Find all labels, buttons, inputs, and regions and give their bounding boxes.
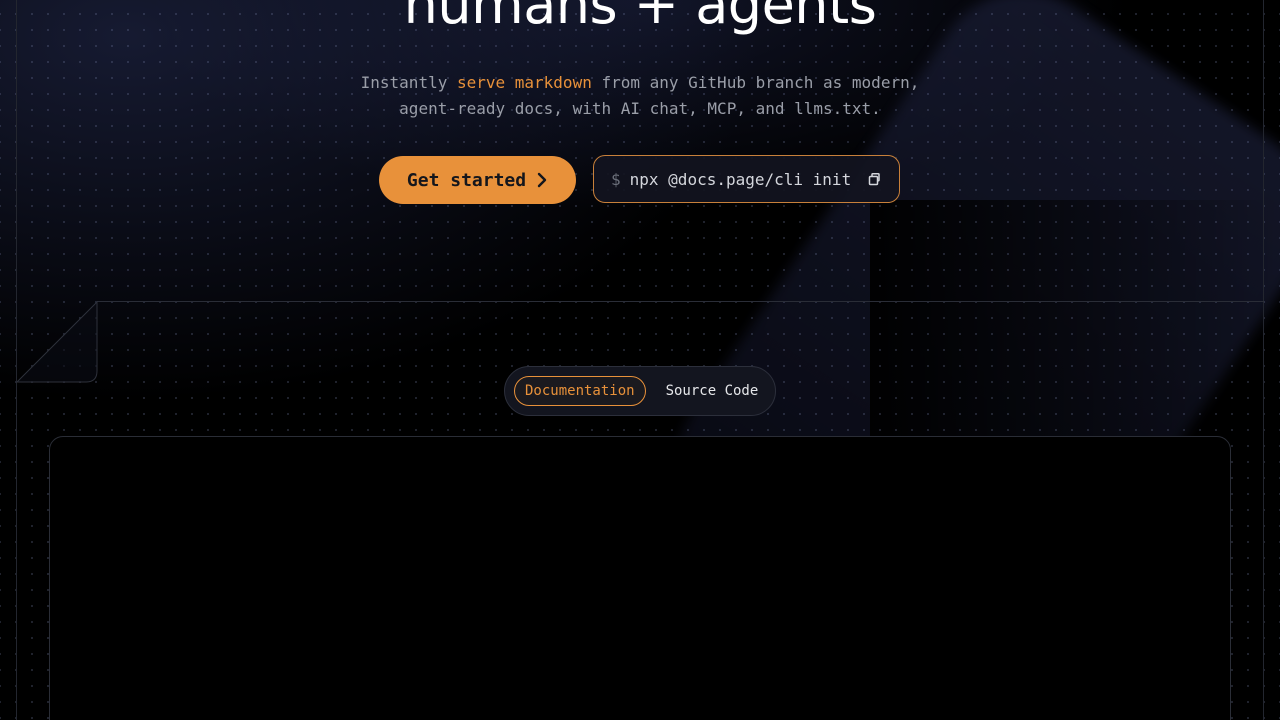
command-text: npx @docs.page/cli init bbox=[629, 169, 852, 189]
get-started-button[interactable]: Get started bbox=[379, 156, 576, 204]
tab-source-code[interactable]: Source Code bbox=[656, 376, 769, 406]
landing-page: humans + agents Instantly serve markdown… bbox=[0, 0, 1280, 720]
view-toggle: Documentation Source Code bbox=[504, 366, 776, 416]
subtitle-text-after: from any GitHub branch as modern, bbox=[591, 73, 920, 92]
chevron-right-icon bbox=[537, 172, 547, 188]
subtitle-highlight: serve markdown bbox=[456, 73, 592, 92]
copy-button[interactable] bbox=[867, 172, 881, 186]
corner-fold-decoration bbox=[16, 301, 98, 383]
subtitle-line-1: Instantly serve markdown from any GitHub… bbox=[0, 70, 1280, 96]
copy-icon bbox=[868, 172, 880, 186]
subtitle-text-before: Instantly bbox=[360, 73, 457, 92]
get-started-label: Get started bbox=[406, 169, 527, 191]
section-divider bbox=[97, 301, 1264, 302]
tab-documentation[interactable]: Documentation bbox=[514, 376, 646, 406]
command-prompt: $ bbox=[611, 169, 621, 189]
docs-preview-panel bbox=[49, 436, 1231, 720]
hero-title: humans + agents bbox=[403, 0, 877, 36]
hero-subtitle: Instantly serve markdown from any GitHub… bbox=[0, 70, 1280, 122]
install-command-box[interactable]: $ npx @docs.page/cli init bbox=[593, 155, 900, 203]
subtitle-line-2: agent-ready docs, with AI chat, MCP, and… bbox=[399, 99, 881, 118]
